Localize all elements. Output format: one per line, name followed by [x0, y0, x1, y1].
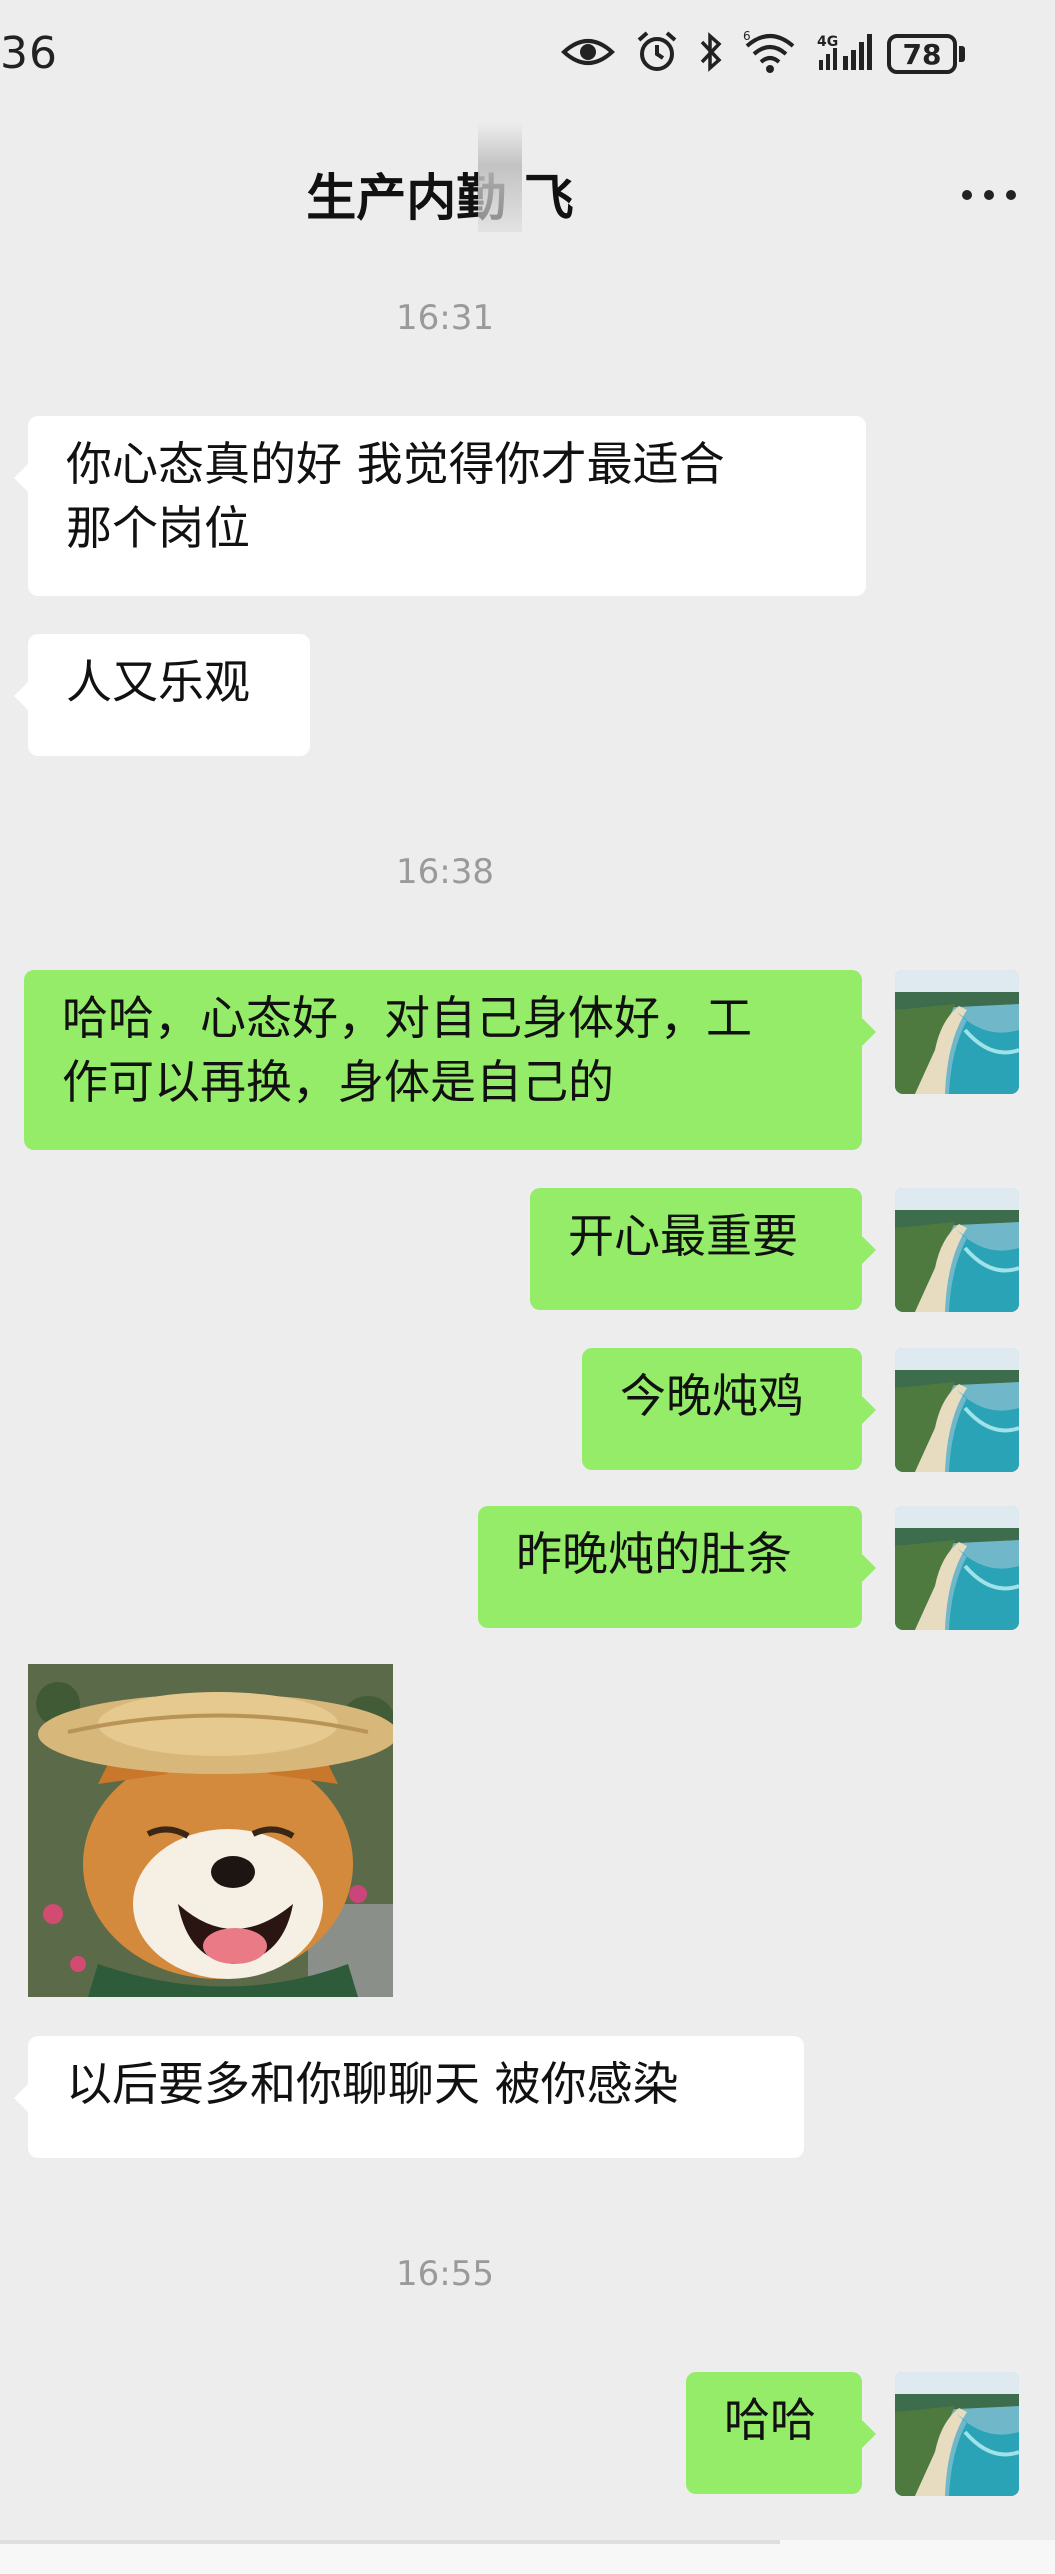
alarm-icon	[637, 31, 677, 71]
svg-text:6: 6	[743, 30, 751, 43]
beach-avatar-image	[895, 970, 1019, 1094]
chat-title[interactable]: 生产内勤 飞	[0, 158, 880, 230]
message-line: 作可以再换，身体是自己的	[62, 1055, 614, 1109]
status-time: 36	[0, 28, 58, 79]
status-bar: 36 6 4G 78	[0, 0, 1055, 120]
beach-avatar-image	[895, 1188, 1019, 1312]
chat-header: 生产内勤 飞	[0, 120, 1055, 260]
incoming-message[interactable]: 你心态真的好 我觉得你才最适合 那个岗位	[14, 416, 866, 596]
shiba-dog-sticker[interactable]	[28, 1664, 393, 1997]
my-avatar[interactable]	[895, 1506, 1019, 1630]
privacy-blur	[478, 122, 522, 232]
battery-level: 78	[887, 34, 957, 74]
message-line: 哈哈	[724, 2393, 816, 2447]
my-avatar[interactable]	[895, 970, 1019, 1094]
more-dots-icon[interactable]	[959, 180, 1019, 210]
my-avatar[interactable]	[895, 2372, 1019, 2496]
message-line: 那个岗位	[66, 501, 250, 555]
dog-sticker-image	[28, 1664, 393, 1997]
beach-avatar-image	[895, 1506, 1019, 1630]
eye-icon	[561, 39, 615, 65]
my-avatar[interactable]	[895, 1188, 1019, 1312]
divider	[0, 2540, 780, 2544]
message-line: 今晚炖鸡	[620, 1369, 804, 1423]
beach-avatar-image	[895, 2372, 1019, 2496]
svg-text:4G: 4G	[817, 34, 838, 50]
status-icons: 6 4G	[561, 30, 875, 74]
message-line: 昨晚炖的肚条	[516, 1527, 792, 1581]
timestamp: 16:31	[396, 298, 494, 338]
beach-avatar-image	[895, 1348, 1019, 1472]
my-avatar[interactable]	[895, 1348, 1019, 1472]
message-line: 人又乐观	[66, 655, 250, 709]
incoming-message[interactable]: 以后要多和你聊聊天 被你感染	[14, 2036, 804, 2158]
outgoing-message[interactable]: 今晚炖鸡	[582, 1348, 876, 1470]
outgoing-message[interactable]: 开心最重要	[530, 1188, 876, 1310]
bluetooth-icon	[700, 32, 722, 72]
message-line: 你心态真的好 我觉得你才最适合	[66, 437, 725, 491]
outgoing-message[interactable]: 哈哈	[686, 2372, 876, 2494]
timestamp: 16:38	[396, 852, 494, 892]
outgoing-message[interactable]: 昨晚炖的肚条	[478, 1506, 876, 1628]
timestamp: 16:55	[396, 2254, 494, 2294]
battery-tip	[959, 46, 965, 62]
wifi-icon: 6	[743, 30, 795, 73]
message-line: 开心最重要	[568, 1209, 798, 1263]
outgoing-message[interactable]: 哈哈，心态好，对自己身体好，工 作可以再换，身体是自己的	[24, 970, 876, 1150]
input-bar-edge	[0, 2540, 1055, 2574]
message-line: 哈哈，心态好，对自己身体好，工	[62, 991, 752, 1045]
incoming-message[interactable]: 人又乐观	[14, 634, 310, 756]
message-line: 以后要多和你聊聊天 被你感染	[66, 2057, 679, 2111]
cellular-signal-icon: 4G	[817, 34, 872, 70]
battery-indicator: 78	[887, 34, 967, 80]
